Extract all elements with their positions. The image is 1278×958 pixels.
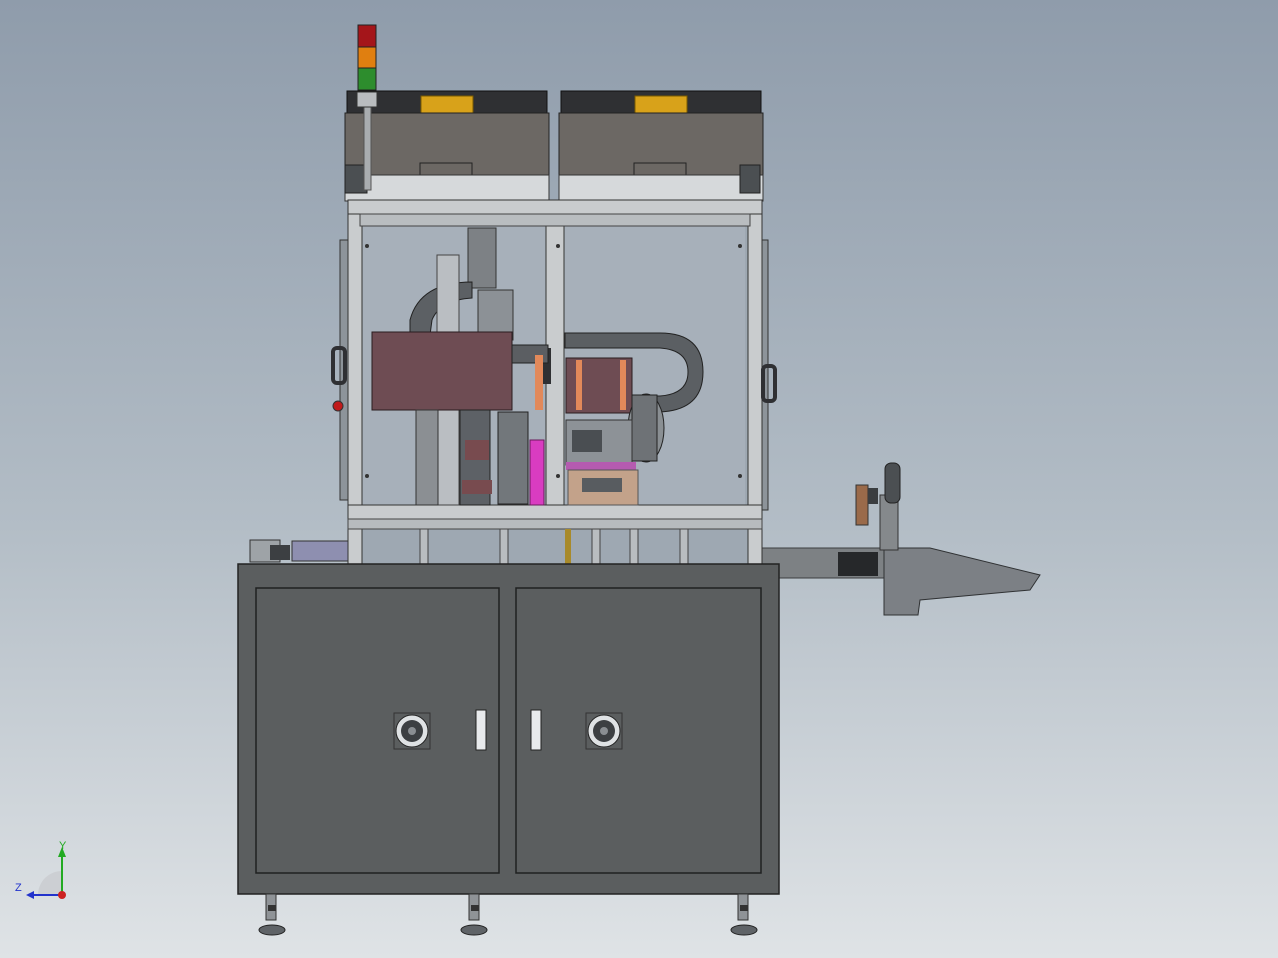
axis-y-label: Y bbox=[59, 840, 67, 852]
base-cabinet bbox=[237, 563, 780, 895]
machine-model[interactable]: Y Z bbox=[0, 0, 1278, 958]
cad-viewport[interactable]: Y Z bbox=[0, 0, 1278, 958]
fan-left-icon bbox=[393, 712, 431, 750]
top-cover-right bbox=[558, 90, 764, 202]
axis-z-label: Z bbox=[15, 882, 22, 894]
leveling-feet bbox=[258, 893, 758, 936]
axis-triad: Y Z bbox=[15, 840, 67, 899]
outfeed-chute bbox=[761, 462, 1041, 616]
fan-right-icon bbox=[585, 712, 623, 750]
